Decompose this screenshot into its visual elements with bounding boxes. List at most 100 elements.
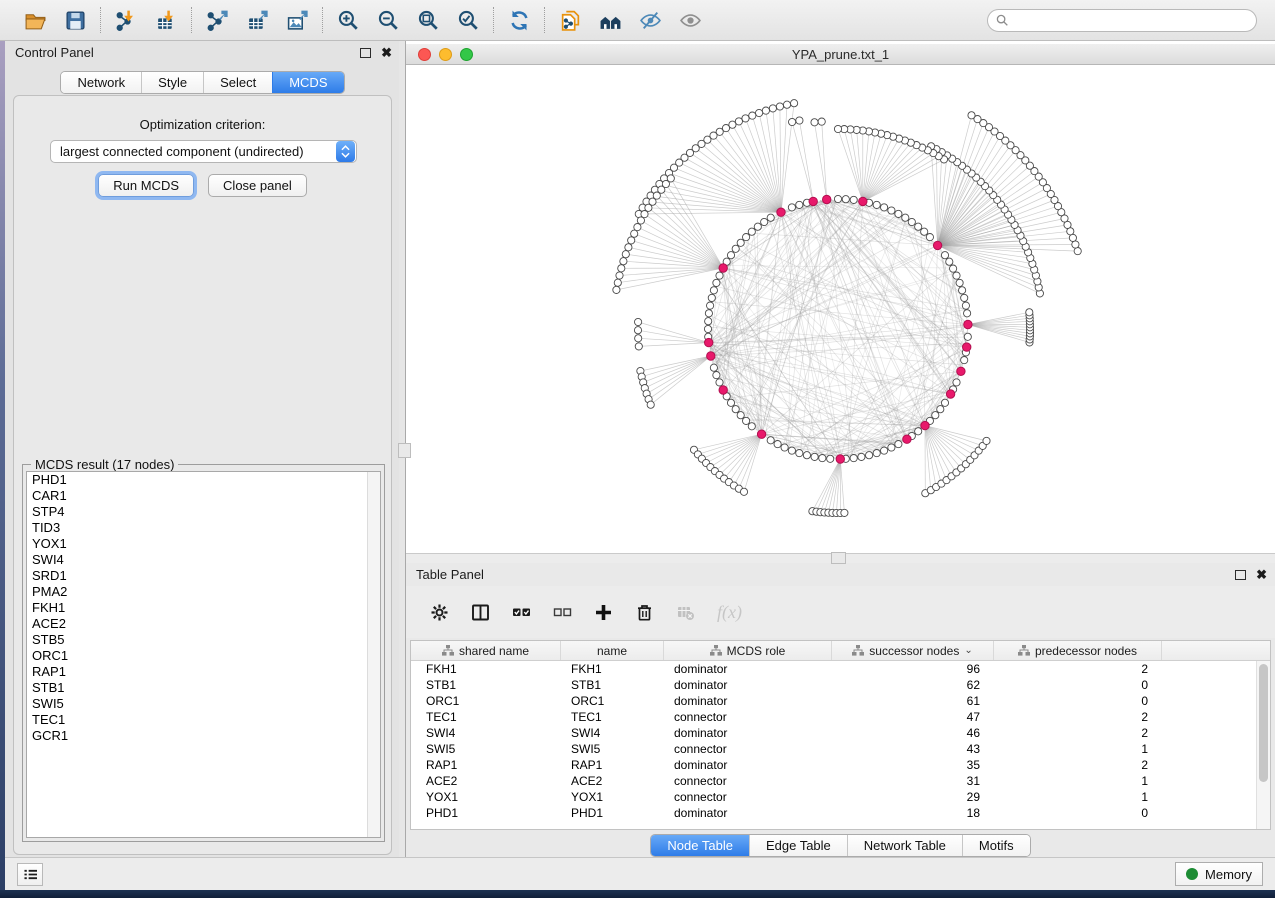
- ring-node[interactable]: [941, 399, 948, 406]
- ring-node[interactable]: [743, 417, 750, 424]
- mcds-result-node[interactable]: ACE2: [27, 616, 380, 632]
- ring-node[interactable]: [834, 195, 841, 202]
- leaf-node[interactable]: [1026, 309, 1033, 316]
- ring-node[interactable]: [946, 258, 953, 265]
- table-row[interactable]: TEC1TEC1connector472: [411, 709, 1270, 725]
- table-row[interactable]: FKH1FKH1dominator962: [411, 661, 1270, 677]
- column-header-name[interactable]: name: [561, 641, 664, 660]
- leaf-node[interactable]: [796, 117, 803, 124]
- ring-node[interactable]: [941, 252, 948, 259]
- ring-node[interactable]: [754, 223, 761, 230]
- ring-node[interactable]: [788, 447, 795, 454]
- leaf-node[interactable]: [634, 224, 641, 231]
- mcds-hub-node[interactable]: [705, 338, 713, 346]
- mcds-result-node[interactable]: STB5: [27, 632, 380, 648]
- ring-node[interactable]: [915, 428, 922, 435]
- mcds-hub-node[interactable]: [719, 264, 727, 272]
- leaf-node[interactable]: [622, 251, 629, 258]
- table-tab-motifs[interactable]: Motifs: [962, 835, 1030, 856]
- mcds-hub-node[interactable]: [707, 352, 715, 360]
- leaf-node[interactable]: [968, 112, 975, 119]
- select-all-rows-button[interactable]: [512, 603, 531, 622]
- ring-node[interactable]: [767, 437, 774, 444]
- leaf-node[interactable]: [735, 118, 742, 125]
- open-file-button[interactable]: [22, 7, 48, 33]
- ring-node[interactable]: [932, 412, 939, 419]
- table-row[interactable]: STB1STB1dominator620: [411, 677, 1270, 693]
- ring-node[interactable]: [705, 318, 712, 325]
- leaf-node[interactable]: [818, 118, 825, 125]
- export-network-button[interactable]: [204, 7, 230, 33]
- ring-node[interactable]: [881, 204, 888, 211]
- network-window-titlebar[interactable]: YPA_prune.txt_1: [406, 44, 1275, 65]
- ring-node[interactable]: [858, 453, 865, 460]
- mcds-result-node[interactable]: PHD1: [27, 472, 380, 488]
- ring-node[interactable]: [881, 447, 888, 454]
- mcds-hub-node[interactable]: [903, 435, 911, 443]
- ring-node[interactable]: [964, 310, 971, 317]
- leaf-node[interactable]: [1074, 248, 1081, 255]
- column-header-MCDS-role[interactable]: MCDS role: [664, 641, 832, 660]
- table-scrollbar[interactable]: [1256, 661, 1270, 829]
- float-panel-icon[interactable]: [360, 48, 371, 58]
- deselect-all-rows-button[interactable]: [553, 603, 572, 622]
- ring-node[interactable]: [748, 228, 755, 235]
- ring-node[interactable]: [774, 441, 781, 448]
- tab-style[interactable]: Style: [141, 72, 203, 93]
- criterion-dropdown[interactable]: largest connected component (undirected): [50, 140, 357, 163]
- leaf-node[interactable]: [834, 125, 841, 132]
- save-session-button[interactable]: [62, 7, 88, 33]
- leaf-node[interactable]: [841, 509, 848, 516]
- leaf-node[interactable]: [631, 230, 638, 237]
- close-panel-button[interactable]: Close panel: [208, 174, 307, 197]
- leaf-node[interactable]: [647, 401, 654, 408]
- mcds-hub-node[interactable]: [921, 421, 929, 429]
- leaf-node[interactable]: [625, 244, 632, 251]
- close-table-panel-icon[interactable]: ✖: [1256, 570, 1267, 580]
- mcds-result-node[interactable]: STB1: [27, 680, 380, 696]
- table-scrollbar-thumb[interactable]: [1259, 664, 1268, 782]
- leaf-node[interactable]: [1072, 241, 1079, 248]
- leaf-node[interactable]: [614, 279, 621, 286]
- leaf-node[interactable]: [749, 112, 756, 119]
- leaf-node[interactable]: [776, 103, 783, 110]
- ring-node[interactable]: [873, 450, 880, 457]
- refresh-button[interactable]: [506, 7, 532, 33]
- mcds-hub-node[interactable]: [946, 390, 954, 398]
- ring-node[interactable]: [908, 218, 915, 225]
- ring-node[interactable]: [819, 455, 826, 462]
- float-table-panel-icon[interactable]: [1235, 570, 1246, 580]
- horizontal-splitter-handle[interactable]: [831, 552, 846, 564]
- vertical-splitter-handle[interactable]: [398, 443, 411, 458]
- leaf-node[interactable]: [742, 115, 749, 122]
- zoom-selected-button[interactable]: [455, 7, 481, 33]
- ring-node[interactable]: [761, 218, 768, 225]
- tab-network[interactable]: Network: [61, 72, 141, 93]
- ring-node[interactable]: [962, 302, 969, 309]
- zoom-fit-button[interactable]: [415, 7, 441, 33]
- result-list-scrollbar[interactable]: [367, 472, 380, 837]
- leaf-node[interactable]: [740, 488, 747, 495]
- leaf-node[interactable]: [618, 265, 625, 272]
- mcds-result-node[interactable]: CAR1: [27, 488, 380, 504]
- table-row[interactable]: ORC1ORC1dominator610: [411, 693, 1270, 709]
- mcds-result-node[interactable]: PMA2: [27, 584, 380, 600]
- ring-node[interactable]: [850, 455, 857, 462]
- network-canvas[interactable]: [406, 65, 1275, 553]
- import-table-button[interactable]: [153, 7, 179, 33]
- table-row[interactable]: PHD1PHD1dominator180: [411, 805, 1270, 821]
- leaf-node[interactable]: [635, 335, 642, 342]
- ring-node[interactable]: [710, 287, 717, 294]
- ring-node[interactable]: [850, 196, 857, 203]
- ring-node[interactable]: [953, 379, 960, 386]
- ring-node[interactable]: [707, 302, 714, 309]
- neighbors-button[interactable]: [597, 7, 623, 33]
- leaf-node[interactable]: [762, 107, 769, 114]
- mcds-hub-node[interactable]: [964, 320, 972, 328]
- show-columns-button[interactable]: [471, 603, 490, 622]
- mcds-hub-node[interactable]: [957, 367, 965, 375]
- leaf-node[interactable]: [637, 217, 644, 224]
- mcds-result-node[interactable]: RAP1: [27, 664, 380, 680]
- mcds-result-node[interactable]: TID3: [27, 520, 380, 536]
- ring-node[interactable]: [748, 423, 755, 430]
